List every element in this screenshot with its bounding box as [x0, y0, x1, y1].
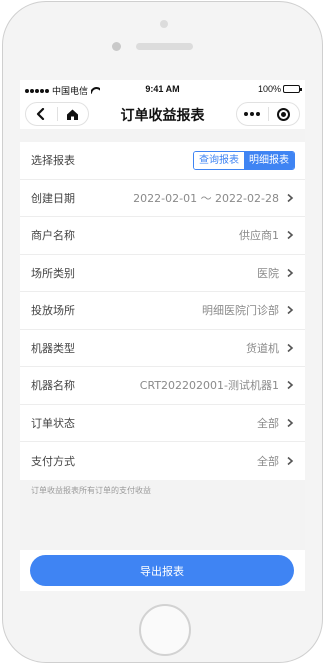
chevron-right-icon — [287, 268, 294, 277]
sensor-dot — [160, 20, 168, 28]
report-note: 订单收益报表所有订单的支付收益 — [31, 486, 151, 495]
row-label: 投放场所 — [31, 304, 75, 318]
row-label: 场所类别 — [31, 266, 75, 280]
filter-row-order-status[interactable]: 订单状态 全部 — [20, 405, 305, 442]
detail-report-option[interactable]: 明细报表 — [244, 151, 294, 169]
row-value: 全部 — [257, 416, 279, 430]
query-report-option[interactable]: 查询报表 — [194, 151, 244, 169]
row-label: 机器名称 — [31, 379, 75, 393]
filter-row-machine-type[interactable]: 机器类型 货道机 — [20, 330, 305, 367]
target-icon — [277, 107, 291, 121]
chevron-right-icon — [287, 231, 294, 240]
chevron-right-icon — [287, 306, 294, 315]
front-camera — [112, 42, 121, 51]
row-value: 医院 — [257, 266, 279, 280]
row-value: 供应商1 — [239, 229, 279, 243]
report-type-row: 选择报表 查询报表 明细报表 — [20, 142, 305, 180]
chevron-right-icon — [287, 193, 294, 202]
row-value: 2022-02-01 ～ 2022-02-28 — [133, 191, 279, 205]
row-label: 机器类型 — [31, 341, 75, 355]
nav-bar: 订单收益报表 — [20, 99, 305, 129]
chevron-right-icon — [287, 343, 294, 352]
filter-row-venue[interactable]: 投放场所 明细医院门诊部 — [20, 292, 305, 330]
app-screen: 中国电信 9:41 AM 100% 订单收益报表 选择报表 查询报表 明细报表 … — [20, 80, 305, 591]
row-label: 支付方式 — [31, 454, 75, 468]
battery-icon — [283, 85, 302, 93]
row-label: 订单状态 — [31, 416, 75, 430]
row-label: 商户名称 — [31, 229, 75, 243]
chevron-right-icon — [287, 456, 294, 465]
filter-row-payment-method[interactable]: 支付方式 全部 — [20, 442, 305, 480]
row-value: 明细医院门诊部 — [202, 304, 279, 318]
more-icon — [244, 112, 261, 116]
battery-percent: 100% — [257, 84, 281, 94]
chevron-right-icon — [287, 381, 294, 390]
row-value: CRT202202001-测试机器1 — [139, 379, 279, 393]
nav-right-capsule — [236, 102, 300, 126]
status-bar: 中国电信 9:41 AM 100% — [20, 80, 305, 99]
filter-form: 选择报表 查询报表 明细报表 创建日期 2022-02-01 ～ 2022-02… — [20, 142, 305, 480]
earpiece-speaker — [136, 43, 193, 50]
row-label: 创建日期 — [31, 191, 75, 205]
report-type-toggle: 查询报表 明细报表 — [193, 150, 295, 170]
more-button[interactable] — [237, 103, 268, 125]
row-value: 货道机 — [246, 341, 279, 355]
chevron-right-icon — [287, 418, 294, 427]
filter-row-merchant[interactable]: 商户名称 供应商1 — [20, 217, 305, 255]
battery-group: 100% — [257, 84, 302, 94]
filter-row-machine-name[interactable]: 机器名称 CRT202202001-测试机器1 — [20, 367, 305, 405]
export-report-button[interactable]: 导出报表 — [30, 555, 294, 586]
filter-row-date[interactable]: 创建日期 2022-02-01 ～ 2022-02-28 — [20, 180, 305, 217]
report-type-label: 选择报表 — [31, 154, 75, 168]
filter-row-venue-category[interactable]: 场所类别 医院 — [20, 255, 305, 292]
bottom-bar: 导出报表 — [20, 550, 305, 591]
home-button[interactable] — [139, 604, 191, 656]
row-value: 全部 — [257, 454, 279, 468]
close-miniprogram-button[interactable] — [269, 103, 300, 125]
